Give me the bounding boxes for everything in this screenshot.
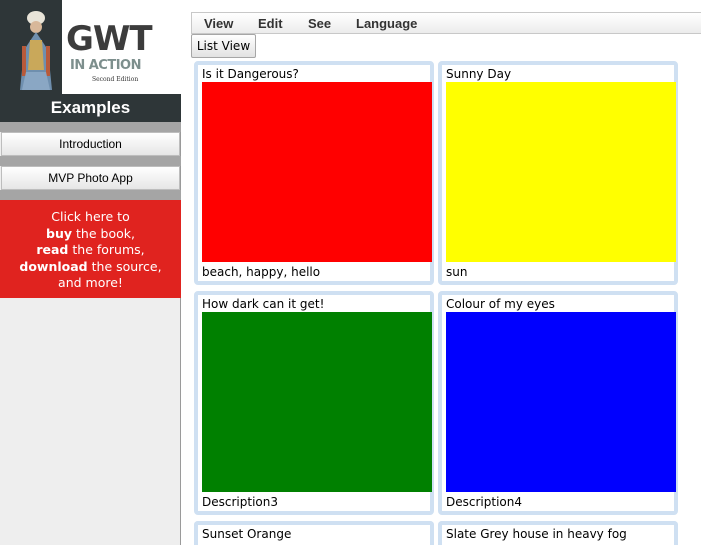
photo-swatch bbox=[202, 312, 432, 492]
photo-description: sun bbox=[446, 265, 468, 279]
menu-view[interactable]: View bbox=[204, 16, 233, 31]
menu-language[interactable]: Language bbox=[356, 16, 417, 31]
photo-card[interactable]: Colour of my eyes Description4 bbox=[438, 291, 678, 515]
promo-line-3: read the forums, bbox=[0, 242, 181, 259]
menu-see[interactable]: See bbox=[308, 16, 331, 31]
menubar: View Edit See Language bbox=[191, 12, 701, 34]
list-view-button[interactable]: List View bbox=[191, 34, 256, 58]
divider bbox=[0, 156, 181, 166]
promo-line-4: download the source, bbox=[0, 259, 181, 276]
promo-line-1: Click here to bbox=[51, 209, 130, 224]
photo-card[interactable]: How dark can it get! Description3 bbox=[194, 291, 434, 515]
photo-description: beach, happy, hello bbox=[202, 265, 321, 279]
promo-book-text: the book, bbox=[72, 225, 135, 241]
logo-subtitle: IN ACTION bbox=[70, 58, 141, 73]
photo-description: Description4 bbox=[446, 495, 522, 509]
promo-line-2: buy the book, bbox=[0, 226, 181, 243]
explorer-figure-icon bbox=[20, 11, 52, 90]
promo-source-text: the source, bbox=[87, 258, 162, 274]
photo-description: Description3 bbox=[202, 495, 278, 509]
book-logo[interactable]: GWT IN ACTION Second Edition bbox=[0, 0, 181, 94]
photo-card[interactable]: Sunset Orange bbox=[194, 521, 434, 545]
photo-title: Sunny Day bbox=[446, 67, 512, 81]
photo-swatch bbox=[446, 82, 676, 262]
mvp-photo-app-button[interactable]: MVP Photo App bbox=[1, 166, 180, 190]
photo-card[interactable]: Sunny Day sun bbox=[438, 61, 678, 285]
promo-download: download bbox=[19, 258, 88, 274]
promo-link[interactable]: Click here to buy the book, read the for… bbox=[0, 200, 181, 298]
divider bbox=[0, 190, 181, 200]
promo-read: read bbox=[36, 242, 69, 257]
promo-buy: buy bbox=[46, 225, 73, 241]
logo-edition: Second Edition bbox=[92, 76, 139, 83]
menu-edit[interactable]: Edit bbox=[258, 16, 283, 31]
introduction-button[interactable]: Introduction bbox=[1, 132, 180, 156]
photo-title: Colour of my eyes bbox=[446, 297, 555, 311]
photo-title: How dark can it get! bbox=[202, 297, 325, 311]
photo-title: Is it Dangerous? bbox=[202, 67, 299, 81]
photo-swatch bbox=[202, 82, 432, 262]
photo-title: Sunset Orange bbox=[202, 527, 292, 541]
main-panel: View Edit See Language List View Is it D… bbox=[191, 12, 701, 545]
photo-title: Slate Grey house in heavy fog bbox=[446, 527, 627, 541]
photo-card[interactable]: Slate Grey house in heavy fog bbox=[438, 521, 678, 545]
promo-forums-text: the forums, bbox=[68, 242, 145, 257]
divider bbox=[0, 122, 181, 132]
examples-header: Examples bbox=[0, 94, 181, 122]
logo-title: GWT bbox=[66, 19, 153, 59]
sidebar: GWT IN ACTION Second Edition Examples In… bbox=[0, 0, 181, 545]
photo-swatch bbox=[446, 312, 676, 492]
photo-card[interactable]: Is it Dangerous? beach, happy, hello bbox=[194, 61, 434, 285]
promo-line-5: and more! bbox=[58, 275, 123, 290]
